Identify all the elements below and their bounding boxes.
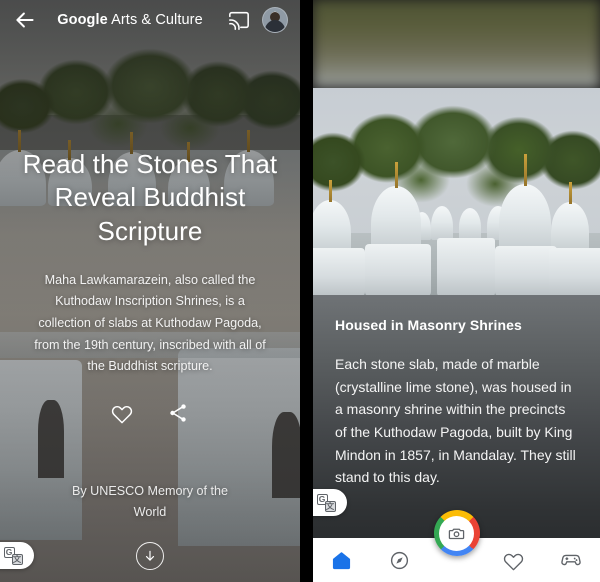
left-phone-screen: Google Arts & Culture Read the Stones Th… <box>0 0 300 582</box>
translate-glyph-secondary: 文 <box>324 500 336 512</box>
app-title-bold: Google <box>57 12 108 28</box>
hero-content: Read the Stones That Reveal Buddhist Scr… <box>0 148 300 424</box>
blurred-header-area <box>313 0 600 88</box>
sidebar-item-favorites[interactable] <box>494 540 534 580</box>
translate-button-right[interactable]: G 文 <box>313 489 347 516</box>
sidebar-item-play[interactable] <box>551 540 591 580</box>
left-top-bar: Google Arts & Culture <box>0 0 300 40</box>
avatar[interactable] <box>262 7 288 33</box>
right-phone-screen: Housed in Masonry Shrines Each stone sla… <box>313 0 600 582</box>
card-title: Housed in Masonry Shrines <box>335 317 522 333</box>
camera-icon <box>448 528 465 539</box>
gamepad-icon <box>561 554 582 566</box>
hero-action-row <box>22 402 278 424</box>
heart-icon <box>504 553 524 570</box>
google-translate-icon: G 文 <box>3 546 23 565</box>
camera-fab-button[interactable] <box>433 510 480 556</box>
google-translate-icon: G 文 <box>316 493 336 512</box>
dual-screenshot-container: Google Arts & Culture Read the Stones Th… <box>0 0 600 582</box>
sidebar-item-home[interactable] <box>322 540 362 580</box>
app-title-rest: Arts & Culture <box>107 12 203 28</box>
cast-icon <box>229 11 249 30</box>
share-icon[interactable] <box>167 402 189 424</box>
app-title: Google Arts & Culture <box>32 12 228 28</box>
article-photo <box>313 88 600 295</box>
credit-text: By UNESCO Memory of the World <box>71 484 229 519</box>
translate-button-left[interactable]: G 文 <box>0 542 34 569</box>
hero-description: Maha Lawkamarazein, also called the Kuth… <box>34 272 266 374</box>
sidebar-item-explore[interactable] <box>379 540 419 580</box>
heart-icon[interactable] <box>111 402 133 424</box>
panel-divider <box>300 0 313 582</box>
cast-button[interactable] <box>228 9 262 31</box>
home-icon <box>333 551 351 569</box>
card-body-text: Each stone slab, made of marble (crystal… <box>335 356 576 486</box>
arrow-down-icon <box>145 550 155 561</box>
page-title: Read the Stones That Reveal Buddhist Scr… <box>22 149 278 246</box>
translate-glyph-secondary: 文 <box>11 553 23 565</box>
scroll-down-button[interactable] <box>136 542 164 570</box>
compass-icon <box>390 551 408 569</box>
